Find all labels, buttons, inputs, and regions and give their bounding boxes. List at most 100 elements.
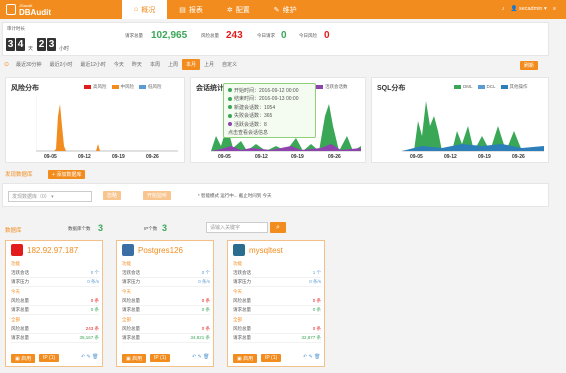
enable-button[interactable]: ▣ 启用 xyxy=(233,354,258,363)
session-chart-title: 会话统计 xyxy=(196,85,224,92)
filter-today[interactable]: 今天 xyxy=(110,59,128,70)
menu-icon[interactable]: ≡ xyxy=(553,6,556,12)
db-row-value: 0 条 xyxy=(90,307,99,312)
tooltip-failed-text: 失败会话数：365 xyxy=(234,113,273,120)
search-icon[interactable]: ⌕ xyxy=(270,222,286,233)
edit-icon[interactable]: ↶ ✎ 🗑 xyxy=(192,354,210,360)
tab-report-label: 报表 xyxy=(188,6,203,14)
db-section-all: 全部 xyxy=(122,317,131,322)
edit-icon[interactable]: ↶ ✎ 🗑 xyxy=(303,354,321,360)
filter-yesterday[interactable]: 昨天 xyxy=(128,59,146,70)
legend-high-label: 高风险 xyxy=(93,84,107,89)
db-row: 风险总量 243 条 xyxy=(11,325,99,334)
stat-requests-label: 请求总量 xyxy=(125,33,143,38)
postgres-icon xyxy=(122,244,134,256)
oracle-icon xyxy=(11,244,23,256)
db-row-value: 0 条 xyxy=(312,307,321,312)
top-bar: JSaudit DBAudit ⌂ 概况 ▤ 报表 ✲ 配置 ✎ 维护 ♪ 👤 … xyxy=(0,0,566,19)
enable-button[interactable]: ▣ 启用 xyxy=(11,354,36,363)
risk-chart-card: 风险分布 高风险 中风险 低风险 09-05 09-12 09-19 09-26 xyxy=(5,77,185,163)
filter-last-week[interactable]: 上周 xyxy=(164,59,182,70)
db-card-1[interactable]: 182.92.97.187 功能 活跃会话 0 个 请求压力 0 条/s 今天 风险… xyxy=(5,240,103,367)
legend-mid-label: 中风险 xyxy=(120,84,135,89)
db-row-key: 请求总量 xyxy=(11,307,29,312)
db-row-key: 请求总量 xyxy=(122,307,140,312)
ip-button-label: IP (1) xyxy=(265,355,278,361)
uptime-label: 审计时长 xyxy=(7,26,25,31)
db-row: 请求总量 35,167 条 xyxy=(11,334,99,343)
legend-active-session: 活跃会话数 xyxy=(316,84,348,90)
sql-area-dml xyxy=(414,101,442,151)
tooltip-end: 结束时间：2016-09-13 00:00 xyxy=(228,95,311,104)
bell-icon[interactable]: ♪ xyxy=(502,6,505,12)
legend-other: 其他操作 xyxy=(500,84,528,90)
db-row-key: 风险总量 xyxy=(11,326,29,331)
db-name[interactable]: mysqltest xyxy=(249,246,283,255)
db-section-title: 数据库 xyxy=(5,228,22,234)
tooltip-link[interactable]: 点击查看会话信息 xyxy=(228,129,311,138)
enable-button-label: 启用 xyxy=(132,356,143,362)
db-card-header: Postgres126 xyxy=(122,244,183,256)
uptime-day-digit-1: 3 xyxy=(6,38,15,51)
stat-risk-value: 243 xyxy=(226,30,243,41)
edit-icon[interactable]: ↶ ✎ 🗑 xyxy=(81,354,99,360)
filter-12h[interactable]: 最近12小时 xyxy=(76,59,110,70)
filter-30min[interactable]: 最近30分钟 xyxy=(12,59,46,70)
db-row: 请求总量 0 条 xyxy=(11,306,99,315)
ip-button[interactable]: IP (1) xyxy=(261,354,282,362)
db-name[interactable]: Postgres126 xyxy=(138,246,183,255)
db-card-3[interactable]: mysqltest 功能 活跃会话 1 个 请求压力 0 条/s 今天 风险总量 0 … xyxy=(227,240,325,367)
stat-today-requests-label: 今日请求 xyxy=(257,33,275,38)
db-row-value: 0 条/s xyxy=(309,279,321,284)
filter-last-month[interactable]: 上月 xyxy=(200,59,218,70)
tab-config[interactable]: ✲ 配置 xyxy=(215,0,262,19)
add-db-button-label: 添加数据库 xyxy=(56,172,82,178)
db-card-header: 182.92.97.187 xyxy=(11,244,78,256)
legend-low-label: 低风险 xyxy=(148,84,162,89)
db-row-value: 1 个 xyxy=(312,270,321,275)
session-xtick-3: 09-19 xyxy=(291,154,304,160)
filter-this-month[interactable]: 本月 xyxy=(181,59,200,70)
legend-low: 低风险 xyxy=(139,84,162,90)
db-row-key: 请求总量 xyxy=(122,335,140,340)
filter-custom[interactable]: 自定义 xyxy=(218,59,241,70)
ip-button-label: IP (1) xyxy=(43,355,56,361)
ip-button[interactable]: IP (1) xyxy=(150,354,171,362)
start-listen-button[interactable]: 开始监听 xyxy=(143,191,172,200)
session-area-active xyxy=(211,144,361,151)
add-db-button[interactable]: + 添加数据库 xyxy=(48,170,86,179)
tooltip-link-text[interactable]: 点击查看会话信息 xyxy=(228,129,268,136)
risk-area-mid xyxy=(54,104,66,151)
refresh-button[interactable]: 刷新 xyxy=(520,61,539,70)
enable-button-label: 启用 xyxy=(21,356,32,362)
discover-db-select[interactable]: 发现数据库（0） ▾ xyxy=(8,191,92,202)
db-row: 风险总量 0 条 xyxy=(122,297,210,306)
time-filter-bar: 最近30分钟 最近2小时 最近12小时 今天 昨天 本周 上周 本月 上月 自定… xyxy=(12,59,241,70)
session-xtick-4: 09-26 xyxy=(328,154,341,160)
db-row-key: 请求压力 xyxy=(122,279,140,284)
discover-db-card: 发现数据库（0） ▾ 忽略 开始监听 * 智能模式 运行中... 截止时间到 今… xyxy=(2,183,549,207)
legend-dml-label: DML xyxy=(463,84,473,89)
db-row-value: 0 条 xyxy=(201,298,210,303)
filter-this-week[interactable]: 本周 xyxy=(146,59,164,70)
logo-icon xyxy=(6,4,16,15)
tab-maintain[interactable]: ✎ 维护 xyxy=(262,0,309,19)
db-card-2[interactable]: Postgres126 功能 活跃会话 0 个 请求压力 0 条/s 今天 风险总量… xyxy=(116,240,214,367)
sql-chart-plot xyxy=(402,101,544,152)
db-name[interactable]: 182.92.97.187 xyxy=(27,246,78,255)
db-search-input[interactable]: 请输入关键字 xyxy=(206,222,268,233)
ip-button[interactable]: IP (1) xyxy=(39,354,60,362)
risk-chart-plot xyxy=(36,96,178,152)
risk-xtick-4: 09-26 xyxy=(146,154,159,160)
enable-button[interactable]: ▣ 启用 xyxy=(122,354,147,363)
db-row: 风险总量 0 条 xyxy=(11,297,99,306)
tab-overview[interactable]: ⌂ 概况 xyxy=(122,0,168,19)
ignore-button[interactable]: 忽略 xyxy=(103,191,122,200)
db-row-value: 0 条 xyxy=(201,326,210,331)
risk-xtick-2: 09-12 xyxy=(78,154,91,160)
filter-2h[interactable]: 最近2小时 xyxy=(46,59,77,70)
tab-report[interactable]: ▤ 报表 xyxy=(167,0,215,19)
risk-area-mid-2 xyxy=(96,144,100,151)
user-menu[interactable]: 👤 secadmin ▾ xyxy=(511,6,547,12)
sql-xtick-3: 09-19 xyxy=(478,154,491,160)
